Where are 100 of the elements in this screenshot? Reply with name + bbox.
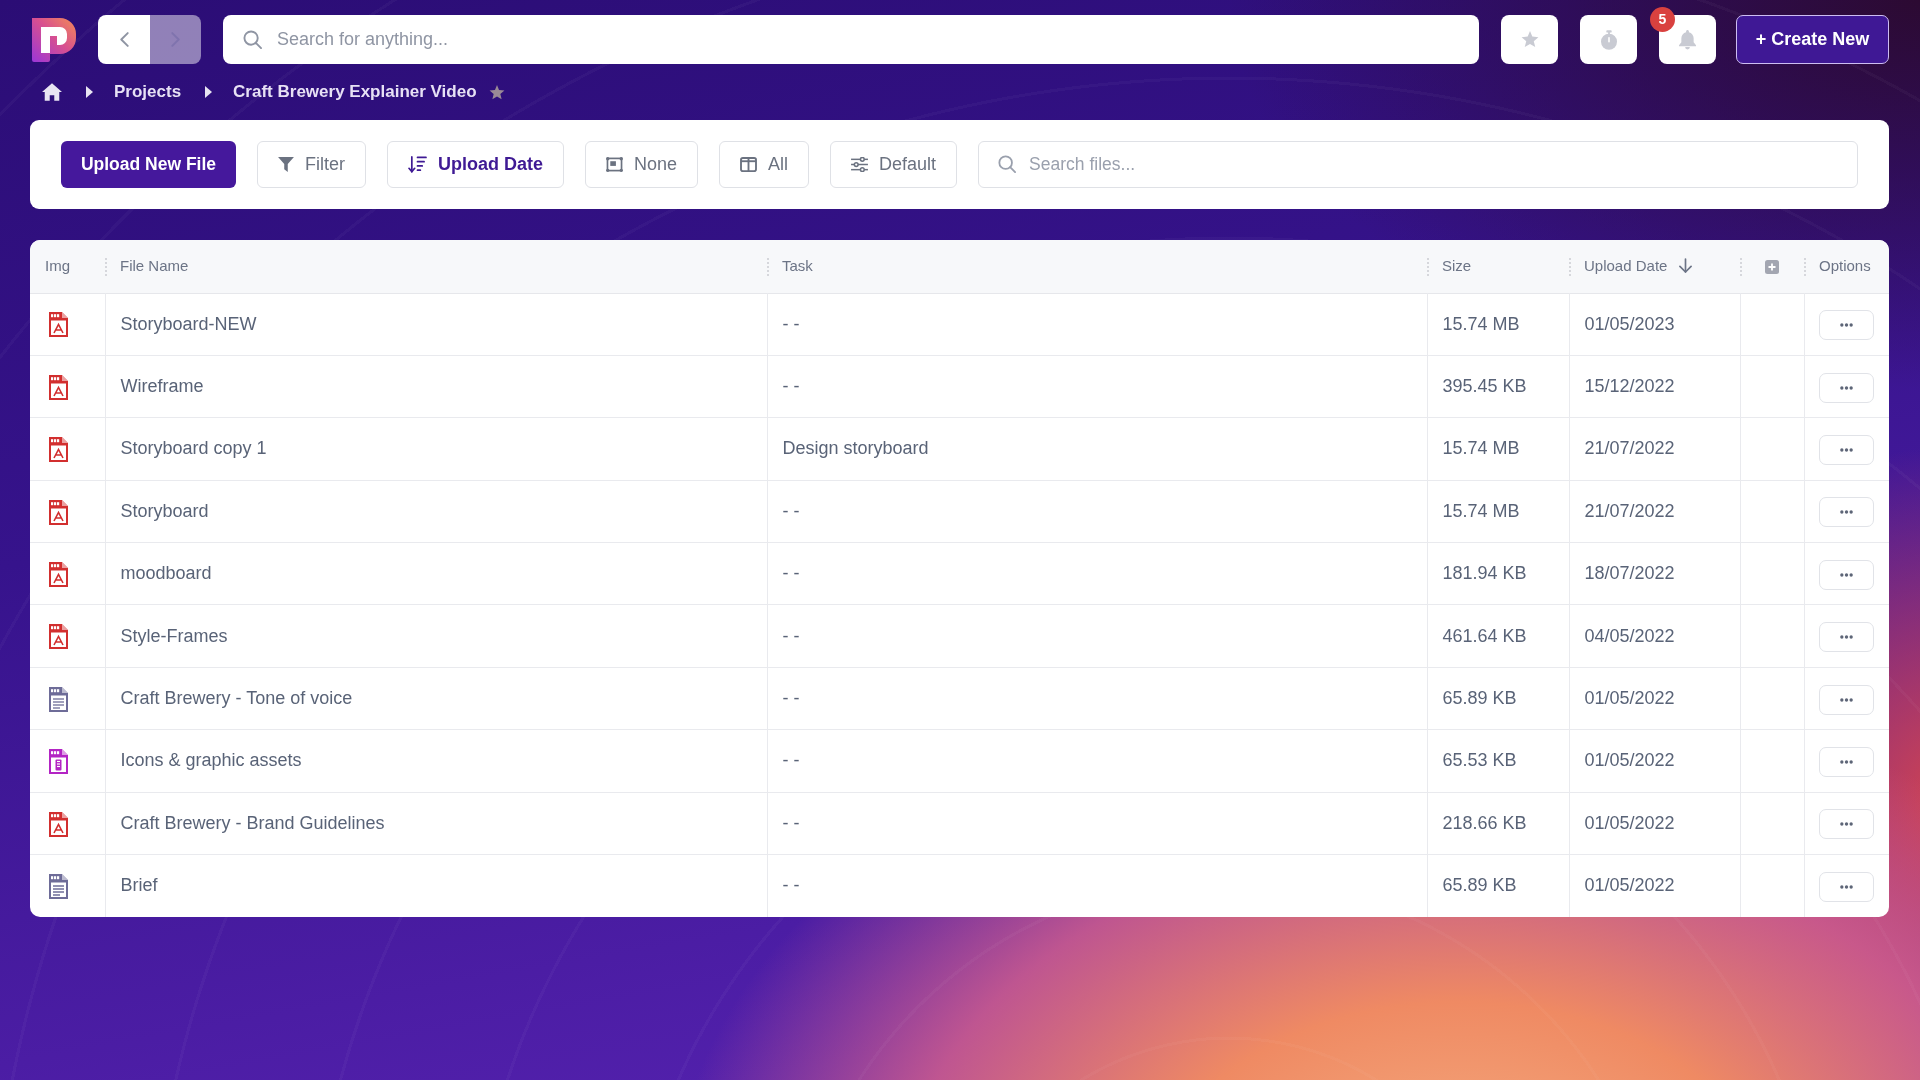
text-document-icon	[49, 874, 68, 900]
ellipsis-icon	[1840, 697, 1854, 702]
columns-button[interactable]: All	[719, 141, 810, 188]
favorites-button[interactable]	[1501, 15, 1558, 64]
column-header[interactable]: Upload Date	[1584, 257, 1668, 274]
sort-icon	[408, 156, 427, 173]
file-search-field[interactable]: Search files...	[978, 141, 1858, 188]
ellipsis-icon	[1840, 759, 1854, 764]
ellipsis-icon	[1840, 884, 1854, 889]
file-size: 15.74 MB	[1427, 293, 1569, 356]
text-document-icon	[49, 686, 68, 712]
image-frame-icon	[606, 157, 623, 172]
pdf-file-icon	[49, 499, 68, 525]
ellipsis-icon	[1840, 635, 1854, 640]
ellipsis-icon	[1840, 447, 1854, 452]
column-header[interactable]: Options	[1819, 257, 1871, 274]
task-name: - -	[767, 355, 1427, 418]
sort-button[interactable]: Upload Date	[387, 141, 564, 188]
ellipsis-icon	[1840, 572, 1854, 577]
caret-right-icon	[86, 86, 93, 98]
file-size: 65.53 KB	[1427, 729, 1569, 793]
upload-date: 01/05/2022	[1569, 854, 1740, 917]
file-size: 15.74 MB	[1427, 480, 1569, 543]
options-button[interactable]	[1819, 559, 1875, 590]
file-size: 461.64 KB	[1427, 604, 1569, 668]
file-name[interactable]: Craft Brewery - Tone of voice	[105, 667, 767, 730]
upload-date: 01/05/2022	[1569, 729, 1740, 793]
plus-square-icon[interactable]	[1765, 260, 1779, 275]
task-name: - -	[767, 667, 1427, 730]
preview-button[interactable]: None	[585, 141, 699, 188]
column-header[interactable]: Task	[782, 257, 813, 274]
options-button[interactable]	[1819, 310, 1875, 341]
upload-date: 01/05/2023	[1569, 293, 1740, 356]
pdf-file-icon	[49, 562, 68, 587]
ellipsis-icon	[1840, 385, 1854, 390]
task-name: - -	[767, 293, 1427, 356]
file-name[interactable]: Storyboard	[105, 480, 767, 543]
options-button[interactable]	[1819, 809, 1875, 840]
home-icon[interactable]	[42, 83, 62, 101]
task-name: - -	[767, 792, 1427, 855]
arrow-down-icon[interactable]	[1679, 258, 1693, 273]
chevron-left-icon	[119, 32, 129, 47]
breadcrumb-link[interactable]: Craft Brewery Explainer Video	[233, 79, 477, 105]
upload-date: 18/07/2022	[1569, 542, 1740, 605]
bell-icon	[1679, 29, 1696, 50]
view-options-button[interactable]: Default	[830, 141, 958, 188]
filter-button[interactable]: Filter	[257, 141, 366, 188]
file-size: 218.66 KB	[1427, 792, 1569, 855]
options-button[interactable]	[1819, 871, 1875, 902]
task-name: - -	[767, 604, 1427, 668]
notifications-button[interactable]	[1659, 15, 1716, 64]
options-button[interactable]	[1819, 746, 1875, 777]
pdf-file-icon	[49, 312, 68, 338]
task-name: - -	[767, 854, 1427, 917]
file-size: 65.89 KB	[1427, 854, 1569, 917]
star-icon	[1520, 31, 1539, 48]
options-button[interactable]	[1819, 434, 1875, 465]
search-icon	[243, 30, 262, 49]
search-field[interactable]: Search for anything...	[223, 15, 1479, 64]
upload-date: 21/07/2022	[1569, 480, 1740, 543]
sliders-icon	[851, 157, 869, 172]
file-size: 15.74 MB	[1427, 417, 1569, 481]
file-name[interactable]: Style-Frames	[105, 604, 767, 668]
options-button[interactable]	[1819, 497, 1875, 528]
file-name[interactable]: Wireframe	[105, 355, 767, 418]
create-new-button[interactable]: + Create New	[1736, 15, 1889, 64]
file-name[interactable]: moodboard	[105, 542, 767, 605]
upload-date: 21/07/2022	[1569, 417, 1740, 481]
ellipsis-icon	[1840, 323, 1854, 328]
column-header[interactable]: File Name	[120, 257, 189, 274]
file-name[interactable]: Icons & graphic assets	[105, 729, 767, 793]
upload-file-button[interactable]: Upload New File	[61, 141, 236, 188]
stopwatch-icon	[1600, 29, 1617, 50]
column-header[interactable]: Size	[1442, 257, 1472, 274]
breadcrumb-link[interactable]: Projects	[114, 79, 182, 105]
file-name[interactable]: Storyboard copy 1	[105, 417, 767, 481]
ellipsis-icon	[1840, 510, 1854, 515]
upload-date: 15/12/2022	[1569, 355, 1740, 418]
file-size: 65.89 KB	[1427, 667, 1569, 730]
back-button[interactable]	[98, 15, 150, 64]
task-name: - -	[767, 480, 1427, 543]
options-button[interactable]	[1819, 622, 1875, 653]
columns-icon	[740, 157, 758, 172]
file-size: 395.45 KB	[1427, 355, 1569, 418]
pdf-file-icon	[49, 811, 68, 837]
column-header[interactable]: Img	[45, 257, 70, 274]
file-name[interactable]: Craft Brewery - Brand Guidelines	[105, 792, 767, 855]
logo-icon[interactable]	[30, 15, 78, 64]
timer-button[interactable]	[1580, 15, 1637, 64]
task-name: - -	[767, 542, 1427, 605]
options-button[interactable]	[1819, 372, 1875, 403]
filter-icon	[278, 157, 294, 172]
file-name[interactable]: Brief	[105, 854, 767, 917]
options-button[interactable]	[1819, 684, 1875, 715]
archive-file-icon	[49, 749, 68, 775]
file-name[interactable]: Storyboard-NEW	[105, 293, 767, 356]
star-icon[interactable]	[488, 84, 505, 100]
notification-count: 5	[1650, 7, 1675, 32]
upload-date: 01/05/2022	[1569, 792, 1740, 855]
pdf-file-icon	[49, 374, 68, 400]
